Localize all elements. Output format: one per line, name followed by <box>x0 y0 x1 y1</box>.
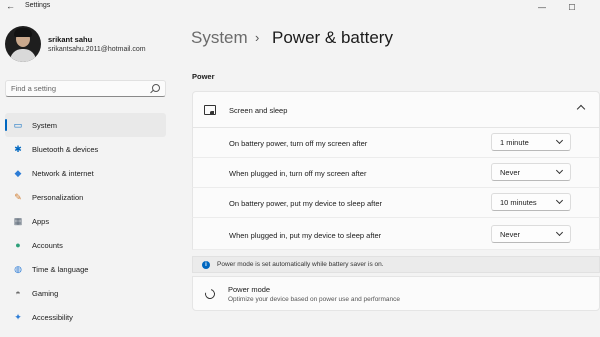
chevron-down-icon <box>555 228 564 237</box>
back-button[interactable]: ← <box>6 1 15 11</box>
minimize-button[interactable]: — <box>530 0 554 14</box>
setting-label: On battery power, turn off my screen aft… <box>229 139 368 148</box>
sidebar-item-label: Time & language <box>32 264 89 274</box>
dropdown-value: 10 minutes <box>500 198 537 207</box>
power-mode-subtitle: Optimize your device based on power use … <box>228 296 400 303</box>
info-icon: i <box>202 261 210 269</box>
sidebar-item-label: Apps <box>32 216 50 226</box>
sidebar-item-network-internet[interactable]: ◆ Network & internet <box>5 161 166 185</box>
chevron-down-icon <box>555 196 564 205</box>
sidebar-item-accessibility[interactable]: ✦ Accessibility <box>5 305 166 329</box>
chevron-down-icon <box>555 166 564 175</box>
setting-label: On battery power, put my device to sleep… <box>229 199 382 208</box>
setting-label: When plugged in, turn off my screen afte… <box>229 169 367 178</box>
power-mode-icon <box>203 287 217 301</box>
maximize-button[interactable]: ☐ <box>560 0 584 14</box>
bluetooth-icon: ✱ <box>14 143 22 154</box>
sidebar-item-label: Accounts <box>32 240 63 250</box>
person-icon: ● <box>15 240 21 250</box>
user-email: srikantsahu.2011@hotmail.com <box>48 46 146 53</box>
user-name: srikant sahu <box>48 35 93 44</box>
screen-sleep-header[interactable]: Screen and sleep <box>192 91 600 128</box>
screen-off-plugged-dropdown[interactable]: Never <box>491 163 571 181</box>
power-mode-row[interactable]: Power mode Optimize your device based on… <box>192 276 600 311</box>
laptop-icon: ▭ <box>13 119 23 130</box>
sidebar-item-label: System <box>32 120 58 130</box>
setting-row: On battery power, turn off my screen aft… <box>192 128 600 158</box>
app-title: Settings <box>25 2 51 9</box>
screen-off-battery-dropdown[interactable]: 1 minute <box>491 133 571 151</box>
dropdown-value: 1 minute <box>500 138 529 147</box>
sidebar-item-time-language[interactable]: ◍ Time & language <box>5 257 166 281</box>
accessibility-icon: ✦ <box>14 311 22 322</box>
screen-sleep-label: Screen and sleep <box>229 106 288 115</box>
chevron-up-icon[interactable] <box>576 104 586 114</box>
setting-label: When plugged in, put my device to sleep … <box>229 231 382 240</box>
sidebar-nav: ▭ System ✱ Bluetooth & devices ◆ Network & in… <box>5 113 166 329</box>
setting-row: When plugged in, turn off my screen afte… <box>192 158 600 188</box>
search-box[interactable] <box>5 80 166 97</box>
wifi-icon: ◆ <box>14 167 22 178</box>
sidebar-item-gaming[interactable]: ◓ Gaming <box>5 281 166 305</box>
chevron-down-icon <box>555 136 564 145</box>
apps-icon: ▦ <box>13 215 23 226</box>
avatar[interactable] <box>5 26 41 62</box>
sleep-plugged-dropdown[interactable]: Never <box>491 225 571 243</box>
setting-row: On battery power, put my device to sleep… <box>192 188 600 218</box>
power-mode-title: Power mode <box>228 285 271 294</box>
info-text: Power mode is set automatically while ba… <box>217 261 384 268</box>
dropdown-value: Never <box>500 230 521 239</box>
info-bar: i Power mode is set automatically while … <box>192 256 600 273</box>
search-icon[interactable] <box>152 84 160 92</box>
breadcrumb-separator: › <box>255 30 260 45</box>
brush-icon: ✎ <box>14 191 22 202</box>
section-title: Power <box>192 72 215 81</box>
monitor-icon <box>204 105 216 115</box>
sidebar-item-label: Gaming <box>32 288 59 298</box>
globe-icon: ◍ <box>14 263 22 274</box>
search-input[interactable] <box>6 81 151 96</box>
sidebar-item-accounts[interactable]: ● Accounts <box>5 233 166 257</box>
setting-row: When plugged in, put my device to sleep … <box>192 218 600 250</box>
gamepad-icon: ◓ <box>15 288 21 298</box>
sidebar-item-personalization[interactable]: ✎ Personalization <box>5 185 166 209</box>
sidebar-item-system[interactable]: ▭ System <box>5 113 166 137</box>
sidebar-item-bluetooth-devices[interactable]: ✱ Bluetooth & devices <box>5 137 166 161</box>
page-title: Power & battery <box>272 28 393 47</box>
breadcrumb-parent[interactable]: System <box>191 28 248 48</box>
sidebar-item-label: Bluetooth & devices <box>32 144 99 154</box>
sidebar-item-label: Accessibility <box>32 312 73 322</box>
sidebar-item-apps[interactable]: ▦ Apps <box>5 209 166 233</box>
sidebar-item-label: Network & internet <box>32 168 94 178</box>
sleep-battery-dropdown[interactable]: 10 minutes <box>491 193 571 211</box>
dropdown-value: Never <box>500 168 521 177</box>
title-bar: ← Settings — ☐ <box>0 0 600 14</box>
sidebar-item-label: Personalization <box>32 192 84 202</box>
